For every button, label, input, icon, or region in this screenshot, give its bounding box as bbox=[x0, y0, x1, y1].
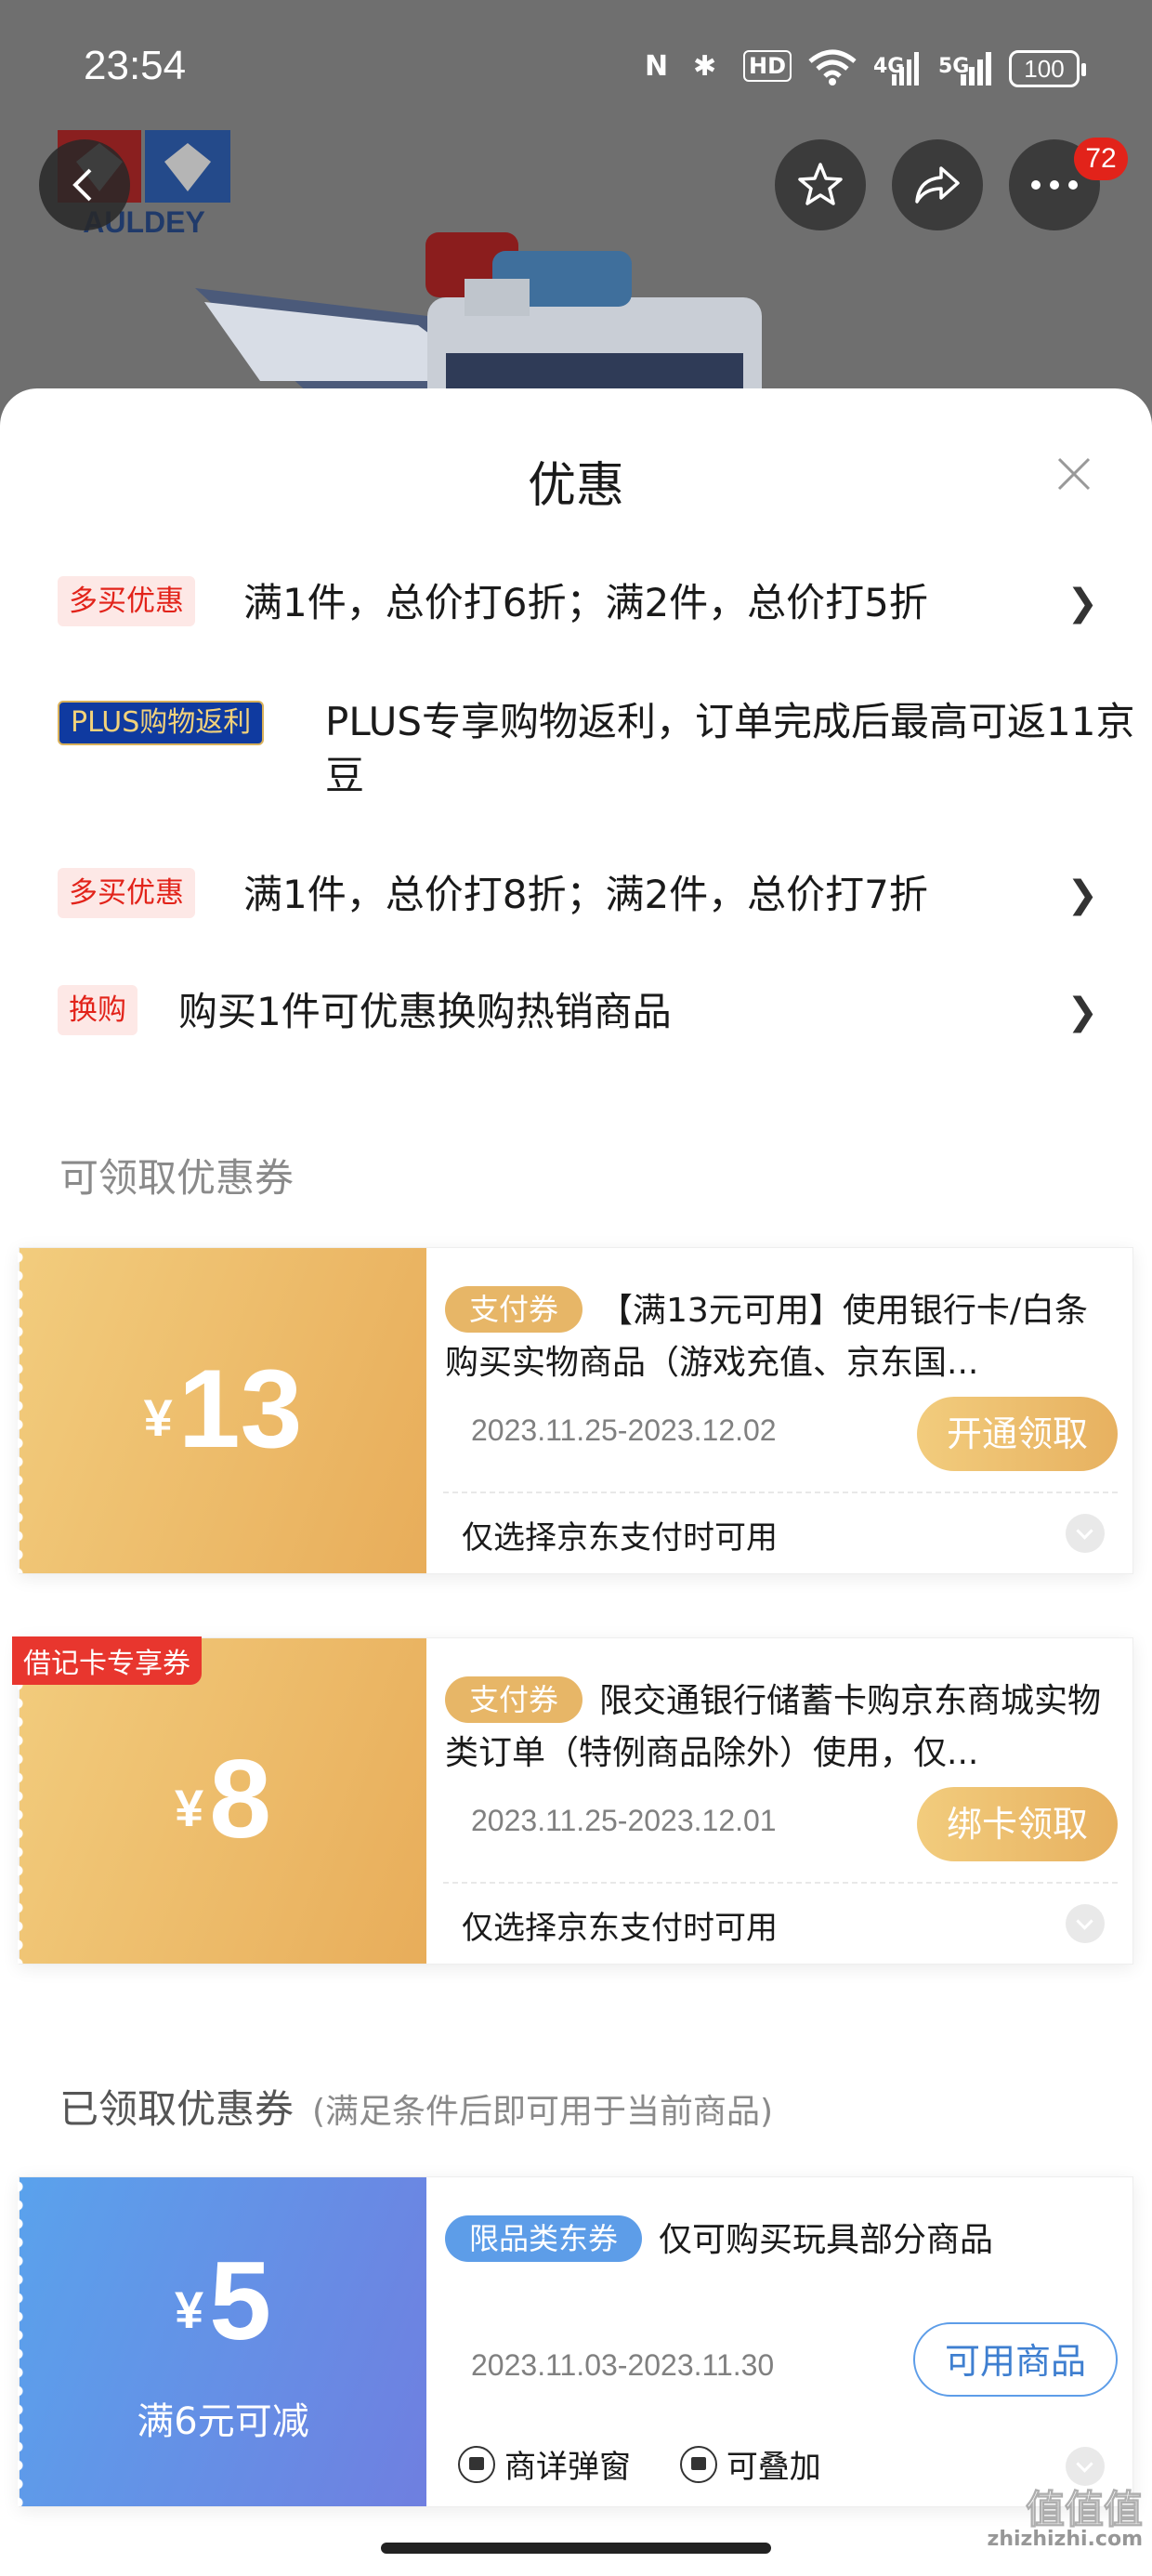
coupon-type-badge: 支付券 bbox=[445, 1286, 583, 1333]
chevron-left-icon bbox=[72, 168, 92, 202]
promotion-tag: 多买优惠 bbox=[58, 868, 195, 918]
promotion-row-exchange[interactable]: 换购 购买1件可优惠换购热销商品 ❯ bbox=[58, 985, 1098, 1041]
more-dots-icon bbox=[1031, 180, 1078, 190]
bind-card-claim-button[interactable]: 绑卡领取 bbox=[916, 1787, 1118, 1861]
coupon-card-5: ¥5 满6元可减 限品类东券 仅可购买玩具部分商品 2023.11.03-2023… bbox=[18, 2176, 1134, 2507]
currency-symbol: ¥ bbox=[175, 1779, 204, 1837]
coupon-footer: 仅选择京东支付时可用 bbox=[462, 1519, 778, 1557]
coupon-info: 限品类东券 仅可购买玩具部分商品 2023.11.03-2023.11.30 可用… bbox=[426, 2177, 1134, 2506]
coupon-title: 支付券 【满13元可用】使用银行卡/白条购买实物商品（游戏充值、京东国... bbox=[445, 1285, 1114, 1389]
promotion-text: 购买1件可优惠换购热销商品 bbox=[178, 989, 672, 1034]
back-button[interactable] bbox=[39, 139, 130, 230]
applicable-products-button[interactable]: 可用商品 bbox=[912, 2322, 1118, 2397]
signal-5g-icon bbox=[961, 52, 991, 85]
battery-level: 100 bbox=[1024, 55, 1065, 83]
feature-popup: 商详弹窗 bbox=[458, 2441, 631, 2487]
amount-value: 13 bbox=[177, 1347, 303, 1471]
plus-rebate-tag: PLUS购物返利 bbox=[58, 701, 265, 745]
coupon-title: 限品类东券 仅可购买玩具部分商品 bbox=[445, 2215, 1114, 2267]
promotion-tag: 多买优惠 bbox=[58, 576, 195, 626]
coupon-card-8: 借记卡专享券 ¥8 支付券 限交通银行储蓄卡购京东商城实物类订单（特例商品除外）使… bbox=[12, 1636, 1134, 1965]
home-indicator[interactable] bbox=[381, 2543, 771, 2554]
share-button[interactable] bbox=[892, 139, 983, 230]
promotion-sheet: 优惠 多买优惠 满1件，总价打6折；满2件，总价打5折 ❯ PLUS购物返利 P… bbox=[0, 388, 1152, 2576]
coupon-info: 支付券 【满13元可用】使用银行卡/白条购买实物商品（游戏充值、京东国... 20… bbox=[426, 1248, 1134, 1573]
promotion-tag: 换购 bbox=[58, 985, 137, 1035]
watermark-main: 值值值 bbox=[1025, 2487, 1143, 2532]
feature-label: 可叠加 bbox=[726, 2449, 821, 2486]
coupon-amount-panel: ¥13 bbox=[18, 1248, 426, 1573]
promotion-row-plus-rebate: PLUS购物返利 PLUS专享购物返利，订单完成后最高可返11京豆 bbox=[58, 695, 1134, 807]
feature-label: 商详弹窗 bbox=[504, 2449, 631, 2486]
currency-symbol: ¥ bbox=[143, 1388, 173, 1447]
coupon-title-text: 仅可购买玩具部分商品 bbox=[659, 2221, 994, 2259]
expand-chevron-icon[interactable] bbox=[1066, 1514, 1105, 1553]
coupon-date: 2023.11.03-2023.11.30 bbox=[471, 2348, 775, 2382]
stack-icon bbox=[679, 2445, 717, 2483]
coupon-amount: ¥8 bbox=[20, 1735, 426, 1863]
coupon-footer: 仅选择京东支付时可用 bbox=[462, 1910, 778, 1947]
sheet-title: 优惠 bbox=[527, 458, 624, 514]
debit-card-exclusive-badge: 借记卡专享券 bbox=[12, 1636, 202, 1685]
coupon-title: 支付券 限交通银行储蓄卡购京东商城实物类订单（特例商品除外）使用，仅... bbox=[445, 1676, 1114, 1780]
signal-4g-icon bbox=[892, 52, 919, 85]
amount-value: 5 bbox=[209, 2239, 271, 2363]
amount-value: 8 bbox=[209, 1737, 271, 1861]
claimed-coupons-heading: 已领取优惠券 (满足条件后即可用于当前商品) bbox=[59, 2078, 773, 2135]
coupon-type-badge: 支付券 bbox=[445, 1676, 583, 1723]
promotion-text: 满1件，总价打8折；满2件，总价打7折 bbox=[243, 872, 928, 917]
divider bbox=[443, 1492, 1118, 1493]
coupon-card-13: ¥13 支付券 【满13元可用】使用银行卡/白条购买实物商品（游戏充值、京东国..… bbox=[18, 1247, 1134, 1574]
status-bar: 23:54 N ✱ HD 4G 5G 100 bbox=[0, 0, 1152, 139]
watermark: 值值值 zhizhizhi.com bbox=[987, 2490, 1144, 2551]
hd-voice-icon: HD bbox=[743, 50, 792, 82]
nfc-icon: N bbox=[645, 50, 669, 83]
promotion-row-multibuy-2[interactable]: 多买优惠 满1件，总价打8折；满2件，总价打7折 ❯ bbox=[58, 868, 1098, 924]
battery-icon: 100 bbox=[1009, 50, 1086, 87]
feature-stackable: 可叠加 bbox=[679, 2441, 821, 2487]
star-icon bbox=[798, 163, 843, 205]
popup-icon bbox=[458, 2445, 495, 2483]
claimed-coupons-subtitle: (满足条件后即可用于当前商品) bbox=[312, 2093, 774, 2131]
coupon-amount-panel: ¥8 bbox=[18, 1638, 426, 1964]
currency-symbol: ¥ bbox=[175, 2280, 204, 2339]
message-count-badge: 72 bbox=[1074, 138, 1128, 180]
watermark-site: zhizhizhi.com bbox=[987, 2528, 1143, 2551]
coupon-amount-panel: ¥5 满6元可减 bbox=[18, 2177, 426, 2506]
promotion-row-multibuy-1[interactable]: 多买优惠 满1件，总价打6折；满2件，总价打5折 ❯ bbox=[58, 576, 1098, 632]
coupon-features: 商详弹窗 可叠加 bbox=[458, 2441, 860, 2491]
product-page-backdrop: AULDEY 23:54 N ✱ HD 4G 5G 100 72 bbox=[0, 0, 1152, 446]
coupon-amount: ¥13 bbox=[20, 1345, 426, 1473]
claimed-coupons-title: 已领取优惠券 bbox=[59, 2086, 295, 2132]
promotion-text: 满1件，总价打6折；满2件，总价打5折 bbox=[243, 580, 928, 625]
activate-claim-button[interactable]: 开通领取 bbox=[916, 1397, 1118, 1471]
coupon-date: 2023.11.25-2023.12.02 bbox=[471, 1413, 777, 1447]
available-coupons-title: 可领取优惠券 bbox=[59, 1155, 295, 1201]
coupon-condition: 满6元可减 bbox=[137, 2400, 309, 2443]
chevron-right-icon: ❯ bbox=[1067, 874, 1098, 916]
divider bbox=[443, 1882, 1118, 1884]
bluetooth-icon: ✱ bbox=[693, 50, 717, 83]
coupon-type-badge: 限品类东券 bbox=[445, 2215, 643, 2262]
expand-chevron-icon[interactable] bbox=[1066, 1904, 1105, 1943]
close-icon[interactable] bbox=[1044, 444, 1104, 504]
share-icon bbox=[915, 166, 960, 204]
expand-chevron-icon[interactable] bbox=[1066, 2447, 1105, 2486]
wifi-icon bbox=[808, 49, 857, 85]
status-time: 23:54 bbox=[84, 43, 187, 88]
coupon-info: 支付券 限交通银行储蓄卡购京东商城实物类订单（特例商品除外）使用，仅... 202… bbox=[426, 1638, 1134, 1964]
chevron-right-icon: ❯ bbox=[1067, 582, 1098, 624]
coupon-amount: ¥5 bbox=[20, 2237, 426, 2365]
favorite-button[interactable] bbox=[775, 139, 866, 230]
promotion-text: PLUS专享购物返利，订单完成后最高可返11京豆 bbox=[325, 699, 1135, 798]
chevron-right-icon: ❯ bbox=[1067, 991, 1098, 1033]
coupon-date: 2023.11.25-2023.12.01 bbox=[471, 1804, 777, 1837]
